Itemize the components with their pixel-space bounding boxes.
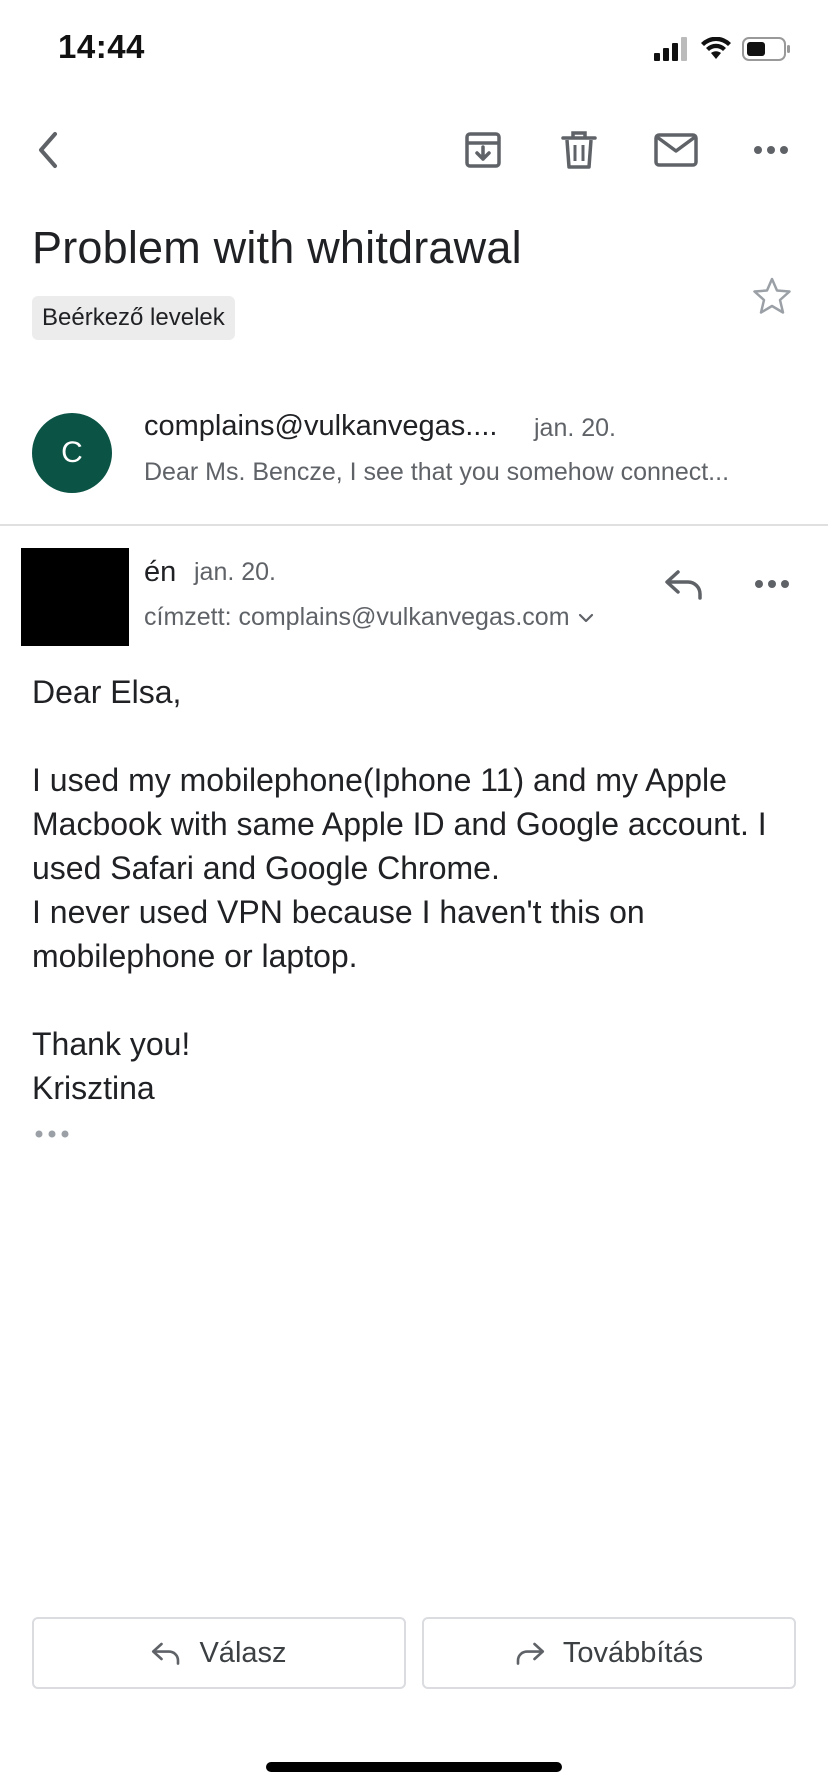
email-subject: Problem with whitdrawal (32, 222, 522, 273)
trash-icon (561, 131, 597, 169)
message-sender[interactable]: complains@vulkanvegas.... (144, 410, 510, 443)
chevron-left-icon (39, 132, 57, 168)
body-paragraph: I used my mobilephone(Iphone 11) and my … (32, 762, 767, 886)
archive-icon (465, 132, 501, 168)
recipient-details[interactable]: címzett: complains@vulkanvegas.com (144, 603, 594, 632)
more-horizontal-icon (754, 146, 788, 154)
reply-icon (665, 570, 702, 600)
inbox-label-chip[interactable]: Beérkező levelek (32, 296, 235, 340)
body-paragraph: I never used VPN because I haven't this … (32, 894, 645, 974)
star-button[interactable] (746, 270, 798, 322)
mark-unread-button[interactable] (648, 122, 704, 178)
archive-button[interactable] (455, 122, 511, 178)
status-time: 14:44 (58, 28, 145, 65)
message-sender: én (144, 556, 177, 588)
delete-button[interactable] (551, 122, 607, 178)
more-horizontal-icon (755, 580, 789, 588)
forward-button[interactable]: Továbbítás (422, 1617, 796, 1689)
message-snippet[interactable]: Dear Ms. Bencze, I see that you somehow … (144, 458, 780, 487)
forward-label: Továbbítás (562, 1636, 704, 1669)
cellular-signal-icon (654, 37, 687, 61)
reply-icon (152, 1642, 180, 1665)
more-options-button[interactable] (743, 122, 799, 178)
message-date: jan. 20. (534, 414, 617, 442)
body-greeting: Dear Elsa, (32, 674, 182, 710)
show-quoted-text-button[interactable] (32, 1120, 72, 1148)
mail-unread-icon (654, 133, 698, 167)
forward-icon (516, 1642, 544, 1665)
home-indicator[interactable] (266, 1762, 562, 1772)
message-divider (0, 524, 828, 526)
star-icon (753, 277, 791, 314)
message-more-button[interactable] (748, 560, 796, 608)
battery-icon (742, 37, 790, 61)
wifi-icon (701, 37, 731, 59)
recipient-label: címzett: complains@vulkanvegas.com (144, 603, 570, 631)
sender-avatar: C (32, 413, 112, 493)
message-date: jan. 20. (194, 558, 277, 586)
message-reply-button[interactable] (660, 560, 708, 608)
chevron-down-icon (578, 613, 593, 622)
reply-label: Válasz (199, 1636, 287, 1669)
status-icons (654, 34, 792, 64)
body-signature: Krisztina (32, 1070, 155, 1106)
message-body: Dear Elsa, I used my mobilephone(Iphone … (32, 670, 802, 1110)
redacted-avatar (21, 548, 129, 646)
reply-button[interactable]: Válasz (32, 1617, 406, 1689)
back-button[interactable] (20, 122, 76, 178)
body-closing: Thank you! (32, 1026, 191, 1062)
more-horizontal-icon (35, 1130, 69, 1138)
